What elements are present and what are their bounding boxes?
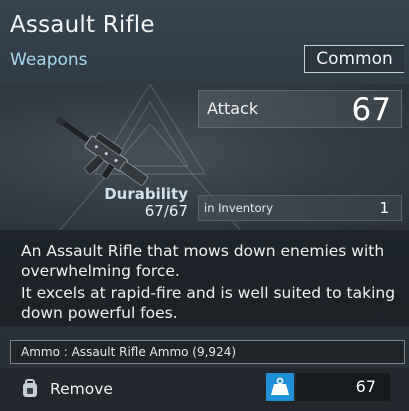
remove-label: Remove — [50, 380, 113, 398]
inventory-value: 1 — [379, 199, 389, 217]
attack-value: 67 — [351, 92, 391, 128]
description-line: An Assault Rifle that mows down enemies … — [21, 242, 385, 260]
item-header: Assault Rifle Weapons Common — [0, 0, 409, 85]
item-detail-panel: Assault Rifle Weapons Common Attack 67 D… — [0, 0, 409, 411]
description-line: It excels at rapid-fire and is well suit… — [21, 284, 396, 302]
attack-label: Attack — [207, 99, 259, 118]
description-line: overwhelming force. — [21, 262, 180, 280]
weight-icon — [266, 373, 294, 401]
weight-value: 67 — [296, 373, 390, 401]
item-name: Assault Rifle — [10, 12, 155, 38]
rarity-badge: Common — [304, 45, 404, 73]
durability-value: 67/67 — [144, 202, 188, 220]
durability-stat: Durability 67/67 — [100, 186, 188, 220]
durability-label: Durability — [104, 185, 188, 203]
description-line: down powerful foes. — [21, 304, 178, 322]
attack-stat: Attack 67 — [198, 90, 402, 128]
inventory-stat: in Inventory 1 — [198, 195, 402, 221]
item-description: An Assault Rifle that mows down enemies … — [0, 230, 409, 326]
backpack-remove-icon — [23, 379, 37, 397]
item-category: Weapons — [10, 50, 88, 70]
ammo-info: Ammo : Assault Rifle Ammo (9,924) — [10, 340, 405, 364]
remove-button[interactable]: Remove — [20, 376, 113, 402]
inventory-label: in Inventory — [204, 201, 274, 215]
